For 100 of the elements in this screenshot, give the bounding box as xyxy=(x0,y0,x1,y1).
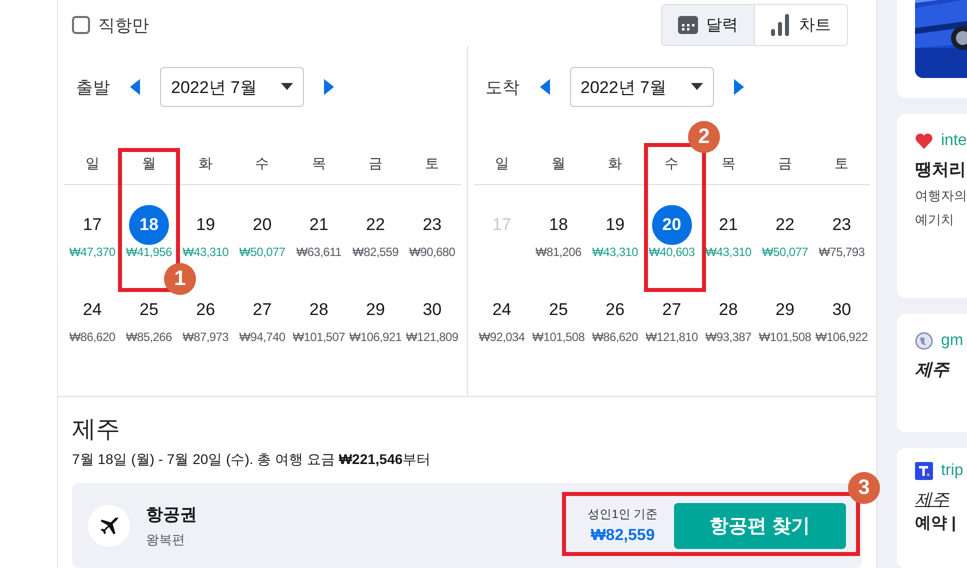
day-price: ₩82,559 xyxy=(352,245,398,259)
globe-icon xyxy=(915,332,933,350)
calendar-day[interactable]: 19 xyxy=(595,205,636,245)
checkbox[interactable] xyxy=(72,16,90,34)
weekday-label: 토 xyxy=(834,154,849,173)
weekday-label: 일 xyxy=(494,154,509,173)
day-price: ₩86,620 xyxy=(69,330,116,344)
day-price: ₩75,793 xyxy=(818,245,865,259)
calendar-day[interactable]: 18 xyxy=(128,205,169,245)
weekday-label: 월 xyxy=(551,154,566,173)
checkbox-label: 직항만 xyxy=(98,14,149,36)
calendar-day[interactable]: 20 xyxy=(652,205,692,245)
day-price: ₩63,611 xyxy=(296,245,342,259)
day-price: ₩50,077 xyxy=(762,245,808,259)
calendar-day[interactable]: 24 xyxy=(72,290,112,330)
calendar-day[interactable]: 26 xyxy=(595,290,636,330)
calendar-day[interactable]: 29 xyxy=(765,290,806,330)
calendar-day[interactable]: 18 xyxy=(538,205,578,245)
calendar-icon xyxy=(678,15,698,35)
month-dropdown[interactable]: 2022년 7월 xyxy=(570,67,714,107)
day-price: ₩47,370 xyxy=(69,245,116,259)
ad-title[interactable]: 제주 xyxy=(915,488,967,511)
logo-icon xyxy=(915,462,933,480)
weekday-label: 수 xyxy=(664,154,679,173)
calendar-day[interactable]: 19 xyxy=(186,205,226,245)
previous-month-icon[interactable] xyxy=(128,78,142,96)
ad-title[interactable]: 제주 xyxy=(915,358,967,381)
day-price: ₩41,956 xyxy=(126,245,172,259)
calendar-day[interactable]: 22 xyxy=(765,205,806,245)
calendar-day[interactable]: 25 xyxy=(538,290,578,330)
next-month-icon[interactable] xyxy=(732,78,746,96)
weekday-label: 금 xyxy=(778,154,792,173)
view-tab[interactable]: 차트 xyxy=(754,5,847,45)
day-price: ₩106,921 xyxy=(349,330,402,344)
day-price: ₩50,077 xyxy=(239,245,286,259)
calendar-day[interactable]: 30 xyxy=(822,290,862,330)
day-price: ₩101,507 xyxy=(292,330,346,344)
weekday-label: 화 xyxy=(608,154,622,173)
price-note: 성인1인 기준 xyxy=(588,506,658,523)
step-number: 2 xyxy=(688,121,720,153)
day-price: ₩43,310 xyxy=(705,245,752,259)
previous-month-icon[interactable] xyxy=(538,78,552,96)
weekday-label: 일 xyxy=(85,154,100,173)
calendar-day[interactable]: 30 xyxy=(412,290,452,330)
destination-title: 제주 xyxy=(72,415,121,445)
calendar-label: 출발 xyxy=(76,76,110,98)
day-price: ₩43,310 xyxy=(182,245,229,259)
next-month-icon[interactable] xyxy=(322,78,336,96)
day-price: ₩86,620 xyxy=(592,330,638,344)
calendar-day[interactable]: 22 xyxy=(356,205,396,245)
calendar-day[interactable]: 27 xyxy=(242,290,282,330)
flight-subtitle: 왕복편 xyxy=(146,530,186,548)
day-price: ₩101,508 xyxy=(758,330,812,344)
weekday-label: 금 xyxy=(368,154,383,173)
calendar-day[interactable]: 23 xyxy=(412,205,452,245)
flight-title: 항공권 xyxy=(146,504,198,526)
ad-title[interactable]: 땡처리 xyxy=(915,158,967,181)
bar-chart-icon xyxy=(771,14,791,36)
step-number: 1 xyxy=(164,263,196,295)
day-price: ₩81,206 xyxy=(535,245,582,259)
calendar-day[interactable]: 21 xyxy=(708,205,748,245)
day-price: ₩92,034 xyxy=(478,330,525,344)
weekday-label: 목 xyxy=(721,154,736,173)
ad-text: 예기치 xyxy=(915,211,955,229)
airplane-icon xyxy=(98,514,120,536)
calendar-day[interactable]: 21 xyxy=(298,205,339,245)
weekday-label: 목 xyxy=(312,154,326,173)
heart-icon xyxy=(915,133,933,149)
day-price: ₩93,387 xyxy=(705,330,752,344)
ad-text: 예약 | xyxy=(915,514,957,534)
weekday-label: 화 xyxy=(198,154,213,173)
calendar-day[interactable]: 28 xyxy=(708,290,748,330)
calendar-day[interactable]: 27 xyxy=(652,290,692,330)
trip-summary: 7월 18일 (월) - 7월 20일 (수). 총 여행 요금 ₩221,546부터 xyxy=(72,451,432,469)
calendar-day[interactable]: 20 xyxy=(242,205,282,245)
day-price: ₩121,810 xyxy=(646,330,698,344)
view-tab[interactable]: 달력 xyxy=(662,5,754,45)
calendar-day[interactable]: 28 xyxy=(298,290,339,330)
day-price: ₩40,603 xyxy=(648,245,695,259)
calendar-day[interactable]: 29 xyxy=(356,290,396,330)
day-price: ₩85,266 xyxy=(126,330,172,344)
calendar-day[interactable]: 23 xyxy=(822,205,862,245)
day-price: ₩90,680 xyxy=(409,245,456,259)
calendar-day[interactable]: 24 xyxy=(482,290,522,330)
weekday-label: 수 xyxy=(255,154,270,173)
weekday-label: 월 xyxy=(142,154,156,173)
day-price: ₩94,740 xyxy=(239,330,286,344)
calendar-day[interactable]: 17 xyxy=(72,205,112,245)
day-price: ₩121,809 xyxy=(406,330,458,344)
flight-price: ₩82,559 xyxy=(590,527,655,545)
month-dropdown[interactable]: 2022년 7월 xyxy=(160,67,304,107)
caret-icon xyxy=(690,83,702,91)
day-price: ₩87,973 xyxy=(182,330,229,344)
day-price: ₩101,508 xyxy=(532,330,585,344)
day-price: ₩106,922 xyxy=(816,330,868,344)
ad-text: 여행자의 xyxy=(915,187,967,205)
calendar-label: 도착 xyxy=(486,76,520,98)
weekday-label: 토 xyxy=(425,154,440,173)
day-price: ₩43,310 xyxy=(592,245,638,259)
caret-icon xyxy=(281,83,293,91)
